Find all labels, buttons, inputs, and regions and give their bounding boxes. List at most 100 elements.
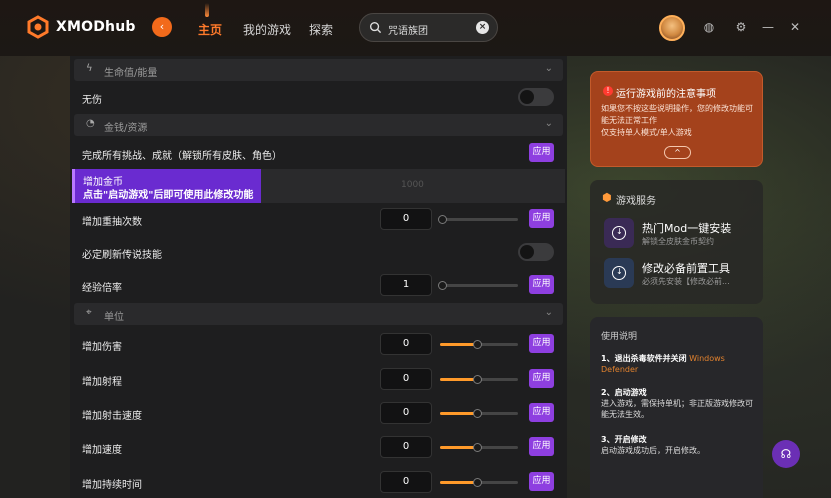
download-arrow-icon: ↓	[616, 267, 623, 276]
support-headset-button[interactable]: ☊	[772, 440, 800, 468]
row-label: 增加射击速度	[82, 411, 142, 422]
chevron-down-icon: ⌄	[544, 63, 553, 74]
nav-explore[interactable]: 探索	[309, 21, 333, 38]
guide-step-3: 3、开启修改 启动游戏成功后，开启修改。	[601, 434, 757, 456]
row-refresh-legend: 必定刷新传说技能	[70, 237, 567, 267]
row-label: 增加射程	[82, 377, 122, 388]
section-label: 金钱/资源	[104, 123, 148, 134]
service-item[interactable]: ↓ 热门Mod一键安装 解锁全皮肤金币契约	[604, 217, 754, 249]
game-services-card: ⬢ 游戏服务 ↓ 热门Mod一键安装 解锁全皮肤金币契约 ↓ 修改必备前置工具 …	[590, 180, 763, 304]
row-no-damage: 无伤	[70, 82, 567, 112]
search-icon	[369, 21, 382, 34]
add-gold-locked-row: 增加金币 点击"启动游戏"后即可使用此修改功能 1000	[72, 169, 565, 203]
exp-rate-slider[interactable]	[438, 281, 518, 290]
search-box[interactable]: 咒语族团 ×	[359, 13, 498, 42]
row-add-speed: 增加速度 0 应用	[70, 432, 567, 462]
services-title: 游戏服务	[616, 196, 656, 207]
apply-button[interactable]: 应用	[529, 209, 554, 228]
pre-launch-notice: ! 运行游戏前的注意事项 如果您不按这些说明操作，您的修改功能可能无法正常工作 …	[590, 71, 763, 167]
apply-button[interactable]: 应用	[529, 334, 554, 353]
minimize-icon[interactable]: —	[760, 19, 776, 35]
slider-thumb[interactable]	[473, 409, 482, 418]
guide-step-2: 2、启动游戏 进入游戏，需保持单机；非正版游戏修改可能无法生效。	[601, 387, 757, 420]
section-money[interactable]: ◔ 金钱/资源 ⌄	[74, 114, 563, 136]
row-add-damage: 增加伤害 0 应用	[70, 329, 567, 359]
step-title: 3、开启修改	[601, 435, 647, 444]
package-icon: ⬢	[602, 191, 612, 204]
service-name: 修改必备前置工具	[642, 262, 730, 275]
back-button[interactable]: ‹	[152, 17, 172, 37]
duration-slider[interactable]	[440, 478, 518, 487]
slider-thumb[interactable]	[473, 375, 482, 384]
row-label: 经验倍率	[82, 283, 122, 294]
service-item[interactable]: ↓ 修改必备前置工具 必须先安装【修改必前...	[604, 257, 754, 289]
apply-button[interactable]: 应用	[529, 143, 554, 162]
step-title: 1、退出杀毒软件并关闭	[601, 354, 687, 363]
brand-name: XMODhub	[56, 19, 136, 35]
slider-fill	[440, 412, 476, 415]
download-arrow-icon: ↓	[616, 227, 623, 236]
step-body: 进入游戏，需保持单机；非正版游戏修改可能无法生效。	[601, 399, 753, 419]
step-body: 启动游戏成功后，开启修改。	[601, 446, 705, 455]
exp-rate-input[interactable]: 1	[380, 274, 432, 296]
fire-rate-slider[interactable]	[440, 409, 518, 418]
apply-button[interactable]: 应用	[529, 437, 554, 456]
fire-rate-input[interactable]: 0	[380, 402, 432, 424]
apply-button[interactable]: 应用	[529, 472, 554, 491]
clear-search-button[interactable]: ×	[476, 21, 489, 34]
service-subtitle: 必须先安装【修改必前...	[642, 277, 730, 286]
range-slider[interactable]	[440, 375, 518, 384]
slider-thumb[interactable]	[438, 215, 447, 224]
range-input[interactable]: 0	[380, 368, 432, 390]
nav-my-games[interactable]: 我的游戏	[243, 21, 291, 38]
row-label: 增加速度	[82, 445, 122, 456]
damage-slider[interactable]	[440, 340, 518, 349]
speed-slider[interactable]	[440, 443, 518, 452]
row-complete-all: 完成所有挑战、成就（解锁所有皮肤、角色） 应用	[70, 138, 567, 168]
active-nav-indicator	[205, 3, 209, 17]
collapse-button[interactable]: ^	[664, 146, 691, 159]
slider-thumb[interactable]	[473, 478, 482, 487]
row-label: 无伤	[82, 95, 102, 106]
reroll-input[interactable]: 0	[380, 208, 432, 230]
row-add-duration: 增加持续时间 0 应用	[70, 467, 567, 497]
top-bar: XMODhub ‹ 主页 我的游戏 探索 咒语族团 × ◍ ⚙ — ✕	[0, 0, 831, 56]
slider-thumb[interactable]	[473, 340, 482, 349]
settings-icon[interactable]: ⚙	[733, 19, 749, 35]
mod-list-panel: ϟ 生命值/能量 ⌄ 无伤 ◔ 金钱/资源 ⌄ 完成所有挑战、成就（解锁所有皮肤…	[70, 56, 567, 498]
refresh-legend-toggle[interactable]	[518, 243, 554, 261]
reroll-slider[interactable]	[438, 215, 518, 224]
notice-line: 如果您不按这些说明操作，您的修改功能可能无法正常工作	[601, 104, 753, 125]
duration-input[interactable]: 0	[380, 471, 432, 493]
nav-home[interactable]: 主页	[198, 21, 222, 38]
launch-hint: 点击"启动游戏"后即可使用此修改功能	[83, 190, 254, 201]
service-name: 热门Mod一键安装	[642, 222, 732, 235]
close-icon[interactable]: ✕	[787, 19, 803, 35]
section-label: 单位	[104, 312, 124, 323]
usage-guide-card: 使用说明 1、退出杀毒软件并关闭 Windows Defender 2、启动游戏…	[590, 317, 763, 498]
apply-button[interactable]: 应用	[529, 369, 554, 388]
slider-fill	[440, 446, 476, 449]
section-unit[interactable]: ⌖ 单位 ⌄	[74, 303, 563, 325]
damage-input[interactable]: 0	[380, 333, 432, 355]
slider-thumb[interactable]	[438, 281, 447, 290]
row-exp-rate: 经验倍率 1 应用	[70, 270, 567, 300]
speed-input[interactable]: 0	[380, 436, 432, 458]
row-label: 增加重抽次数	[82, 217, 142, 228]
notice-title: ! 运行游戏前的注意事项	[603, 85, 716, 100]
no-damage-toggle[interactable]	[518, 88, 554, 106]
search-input[interactable]: 咒语族团	[388, 22, 428, 37]
apply-button[interactable]: 应用	[529, 403, 554, 422]
notice-line: 仅支持单人模式/单人游戏	[601, 128, 692, 137]
section-label: 生命值/能量	[104, 68, 158, 79]
apply-button[interactable]: 应用	[529, 275, 554, 294]
row-label: 完成所有挑战、成就（解锁所有皮肤、角色）	[82, 151, 282, 162]
notice-title-text: 运行游戏前的注意事项	[616, 89, 716, 100]
chevron-down-icon: ⌄	[544, 307, 553, 318]
notification-icon[interactable]: ◍	[701, 19, 717, 35]
coin-icon: ◔	[86, 118, 95, 129]
user-avatar[interactable]	[659, 15, 685, 41]
section-health[interactable]: ϟ 生命值/能量 ⌄	[74, 59, 563, 81]
slider-thumb[interactable]	[473, 443, 482, 452]
slider-fill	[440, 343, 476, 346]
